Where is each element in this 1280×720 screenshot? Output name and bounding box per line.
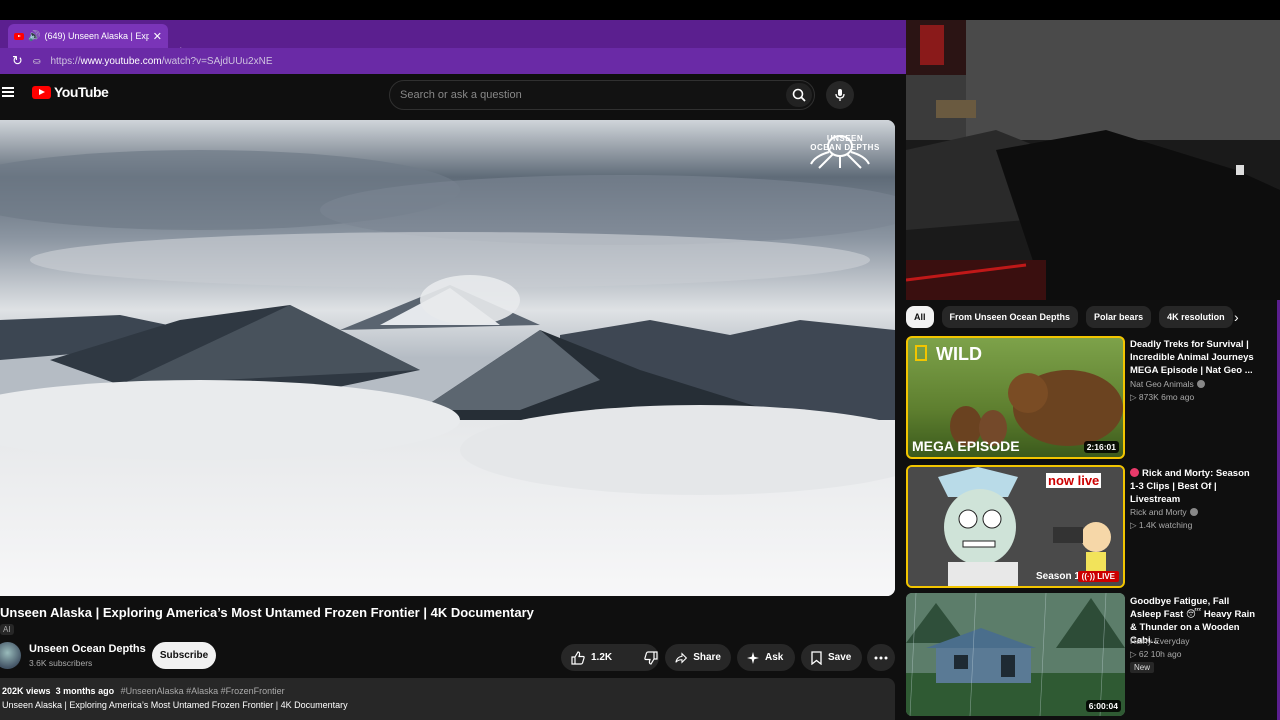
- recommendation-title[interactable]: Rick and Morty: Season 1-3 Clips | Best …: [1130, 467, 1260, 506]
- reload-icon[interactable]: ↻: [12, 53, 23, 69]
- recommendation-stats: ▷ 62 10h ago: [1130, 649, 1182, 659]
- browser-tab-strip: 🔊 (649) Unseen Alaska | Exploring ✕ +: [0, 20, 906, 61]
- description-box[interactable]: 202K views 3 months ago #UnseenAlaska #A…: [0, 678, 895, 720]
- new-badge: New: [1130, 662, 1155, 673]
- share-icon: [675, 651, 688, 664]
- live-badge: ((·)) LIVE: [1077, 571, 1119, 582]
- search-button[interactable]: [786, 83, 812, 107]
- live-dot-icon: [1130, 468, 1139, 477]
- recommendation-stats: ▷ 1.4K watching: [1130, 520, 1193, 530]
- more-actions-button[interactable]: [867, 644, 895, 671]
- webcam-overlay: [906, 20, 1280, 300]
- youtube-favicon-icon: [14, 32, 24, 40]
- site-info-icon[interactable]: ⛀: [33, 56, 41, 67]
- speaker-icon[interactable]: 🔊: [28, 31, 40, 42]
- video-thumbnail[interactable]: WILD MEGA EPISODE 2:16:01: [906, 336, 1125, 459]
- sparkle-icon: [747, 651, 759, 664]
- browser-tab[interactable]: 🔊 (649) Unseen Alaska | Exploring ✕: [8, 24, 168, 48]
- upload-age: 3 months ago: [55, 686, 115, 696]
- search-icon: [792, 88, 806, 102]
- close-tab-icon[interactable]: ✕: [153, 30, 162, 43]
- video-frame: [0, 120, 895, 596]
- cabin-thumbnail-art: [906, 593, 1125, 716]
- recommendation-title[interactable]: Deadly Treks for Survival | Incredible A…: [1130, 338, 1260, 377]
- view-count: 202K views: [2, 686, 51, 696]
- related-sidebar: All From Unseen Ocean Depths Polar bears…: [906, 300, 1280, 720]
- thumbnail-text-top: WILD: [936, 344, 982, 364]
- thumbnail-text-top: now live: [1046, 473, 1102, 488]
- channel-avatar[interactable]: [0, 642, 21, 669]
- verified-icon: [1196, 380, 1205, 388]
- microphone-icon: [835, 89, 845, 101]
- thumbs-down-icon: [644, 650, 658, 665]
- like-button[interactable]: 1.2K: [561, 644, 622, 671]
- thumbs-up-icon: [571, 650, 585, 665]
- logo-text: YouTube: [54, 84, 109, 100]
- voice-search-button[interactable]: [826, 81, 854, 109]
- subscribe-button[interactable]: Subscribe: [152, 642, 216, 669]
- ai-badge: AI: [0, 624, 14, 635]
- video-thumbnail[interactable]: 6:00:04: [906, 593, 1125, 716]
- tab-title: (649) Unseen Alaska | Exploring: [44, 31, 149, 41]
- save-button[interactable]: Save: [801, 644, 862, 671]
- webcam-feed: [906, 20, 1280, 300]
- recommendation-item[interactable]: 6:00:04 Goodbye Fatigue, Fall Asleep Fas…: [906, 593, 1280, 717]
- video-thumbnail[interactable]: now live Season 1- ((·)) LIVE: [906, 465, 1125, 588]
- like-count: 1.2K: [591, 652, 613, 663]
- chevron-right-icon[interactable]: ›: [1234, 309, 1239, 325]
- recommendation-channel[interactable]: Nat Geo Animals: [1130, 379, 1205, 389]
- like-dislike-group: 1.2K: [561, 644, 659, 671]
- more-horizontal-icon: [874, 656, 888, 659]
- youtube-page: YouTube Search or ask a question UNSEEN …: [0, 74, 906, 720]
- youtube-logo[interactable]: YouTube: [32, 84, 109, 100]
- channel-name[interactable]: Unseen Ocean Depths: [29, 643, 146, 655]
- youtube-header: YouTube: [0, 74, 906, 116]
- video-duration: 2:16:01: [1083, 441, 1119, 453]
- recommendation-item[interactable]: now live Season 1- ((·)) LIVE Rick and M…: [906, 465, 1280, 589]
- video-player[interactable]: UNSEEN OCEAN DEPTHS: [0, 120, 895, 596]
- chip-all[interactable]: All: [906, 306, 934, 328]
- address-bar[interactable]: ↻ ⛀ https://www.youtube.com/watch?v=SAjd…: [0, 48, 906, 74]
- share-button[interactable]: Share: [665, 644, 731, 671]
- description-text: Unseen Alaska | Exploring America’s Most…: [2, 700, 348, 710]
- screen-top-bar: [0, 0, 1280, 20]
- octopus-logo-icon: [810, 135, 870, 169]
- verified-icon: [1189, 508, 1198, 516]
- recommendation-stats: ▷ 873K 6mo ago: [1130, 392, 1195, 402]
- dislike-button[interactable]: [634, 644, 668, 671]
- search-box[interactable]: [389, 80, 815, 110]
- menu-icon[interactable]: [2, 87, 14, 97]
- recommendation-item[interactable]: WILD MEGA EPISODE 2:16:01 Deadly Treks f…: [906, 336, 1280, 460]
- bookmark-icon: [811, 650, 822, 665]
- video-duration: 6:00:04: [1085, 700, 1121, 712]
- recommendation-channel[interactable]: Rick and Morty: [1130, 507, 1198, 517]
- channel-watermark: UNSEEN OCEAN DEPTHS: [805, 134, 885, 169]
- video-meta: 202K views 3 months ago #UnseenAlaska #A…: [2, 686, 893, 696]
- search-input[interactable]: [400, 89, 770, 101]
- share-label: Share: [693, 652, 721, 663]
- video-title: Unseen Alaska | Exploring America’s Most…: [0, 605, 534, 620]
- subscriber-count: 3.6K subscribers: [29, 658, 93, 668]
- chip-from-channel[interactable]: From Unseen Ocean Depths: [941, 306, 1079, 328]
- chip-polar-bears[interactable]: Polar bears: [1086, 306, 1152, 328]
- save-label: Save: [828, 652, 852, 663]
- ask-label: Ask: [765, 652, 784, 663]
- thumbnail-text-bottom: MEGA EPISODE: [912, 438, 1020, 454]
- url-text[interactable]: https://www.youtube.com/watch?v=SAjdUUu2…: [50, 56, 272, 67]
- recommendation-channel[interactable]: Rainy Everyday: [1130, 636, 1190, 646]
- thumbnail-text-bottom: Season 1-: [1036, 571, 1084, 582]
- ask-button[interactable]: Ask: [737, 644, 795, 671]
- chip-bar: All From Unseen Ocean Depths Polar bears…: [906, 306, 1233, 328]
- hashtags[interactable]: #UnseenAlaska #Alaska #FrozenFrontier: [121, 686, 285, 696]
- chip-4k[interactable]: 4K resolution: [1159, 306, 1233, 328]
- youtube-logo-icon: [32, 85, 51, 99]
